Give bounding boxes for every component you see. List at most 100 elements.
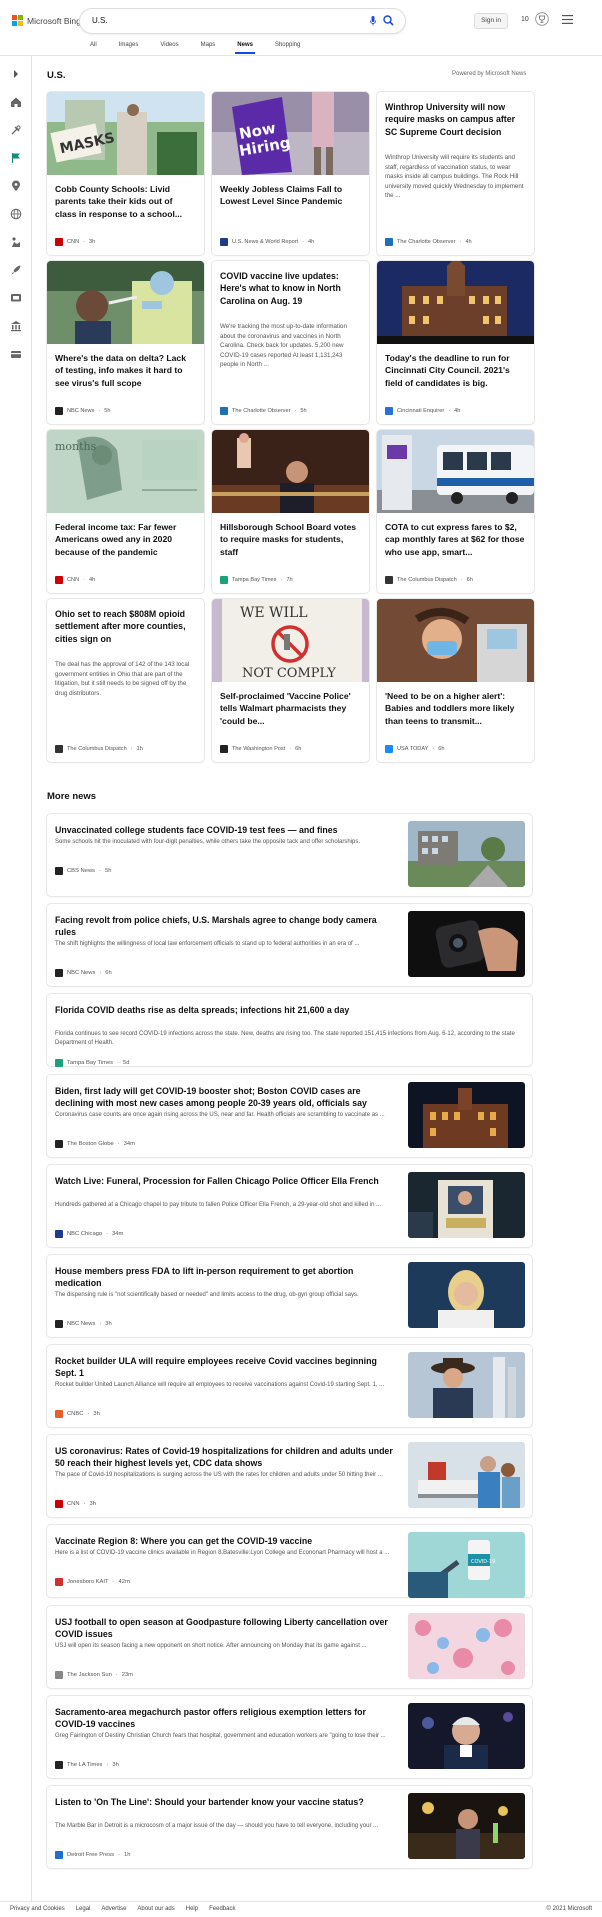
more-news-source[interactable]: The Jackson Sun · 23m xyxy=(55,1671,133,1679)
news-card[interactable]: Ohio set to reach $808M opioid settlemen… xyxy=(47,599,204,762)
news-card-source[interactable]: The Washington Post · 6h xyxy=(220,745,301,753)
news-card-title[interactable]: 'Need to be on a higher alert': Babies a… xyxy=(385,690,526,727)
footer-link-privacy-and-cookies[interactable]: Privacy and Cookies xyxy=(10,1906,65,1912)
news-card[interactable]: Winthrop University will now require mas… xyxy=(377,92,534,255)
location-pin-icon[interactable] xyxy=(10,180,22,192)
more-news-image[interactable]: COVID-19 xyxy=(408,1532,525,1598)
home-icon[interactable] xyxy=(10,96,22,108)
more-news-item[interactable]: Sacramento-area megachurch pastor offers… xyxy=(47,1696,532,1778)
news-card-image[interactable]: WE WILL NOT COMPLY xyxy=(212,599,369,682)
scale-icon[interactable] xyxy=(10,236,22,248)
more-news-title-link[interactable]: Facing revolt from police chiefs, U.S. M… xyxy=(55,914,395,938)
more-news-item[interactable]: US coronavirus: Rates of Covid-19 hospit… xyxy=(47,1435,532,1517)
news-card-title[interactable]: Self-proclaimed 'Vaccine Police' tells W… xyxy=(220,690,361,727)
more-news-image[interactable] xyxy=(408,821,525,887)
wallet-icon[interactable] xyxy=(10,348,22,360)
news-card-source[interactable]: U.S. News & World Report · 4h xyxy=(220,238,314,246)
globe-icon[interactable] xyxy=(10,208,22,220)
more-news-image[interactable] xyxy=(408,1262,525,1328)
news-card-title[interactable]: Hillsborough School Board votes to requi… xyxy=(220,521,361,558)
news-card-image[interactable] xyxy=(212,430,369,513)
more-news-item[interactable]: Biden, first lady will get COVID-19 boos… xyxy=(47,1075,532,1157)
more-news-source[interactable]: The LA Times · 3h xyxy=(55,1761,119,1769)
tab-maps[interactable]: Maps xyxy=(201,42,216,54)
tab-videos[interactable]: Videos xyxy=(160,42,178,54)
news-card[interactable]: Where's the data on delta? Lack of testi… xyxy=(47,261,204,424)
chevron-right-icon[interactable] xyxy=(10,68,22,80)
news-card-image[interactable] xyxy=(377,599,534,682)
tab-news[interactable]: News xyxy=(235,42,255,54)
more-news-title-link[interactable]: Sacramento-area megachurch pastor offers… xyxy=(55,1706,395,1730)
more-news-source[interactable]: The Boston Globe · 34m xyxy=(55,1140,135,1148)
tools-icon[interactable] xyxy=(10,124,22,136)
more-news-source[interactable]: Jonesboro KAIT · 42m xyxy=(55,1578,130,1586)
rewards-count[interactable]: 10 xyxy=(521,16,529,23)
news-card-image[interactable] xyxy=(377,430,534,513)
news-card[interactable]: 'Need to be on a higher alert': Babies a… xyxy=(377,599,534,762)
more-news-image[interactable] xyxy=(408,1613,525,1679)
news-card-title[interactable]: Ohio set to reach $808M opioid settlemen… xyxy=(55,608,196,645)
news-card-image[interactable]: MASKS xyxy=(47,92,204,175)
search-input[interactable]: U.S. xyxy=(80,9,405,33)
more-news-image[interactable] xyxy=(408,1703,525,1769)
news-card-title[interactable]: Today's the deadline to run for Cincinna… xyxy=(385,352,526,389)
news-card-image[interactable] xyxy=(377,261,534,344)
search-query[interactable]: U.S. xyxy=(92,16,108,25)
news-card-image[interactable] xyxy=(47,261,204,344)
rocket-icon[interactable] xyxy=(10,264,22,276)
bank-icon[interactable] xyxy=(10,320,22,332)
news-card-source[interactable]: The Columbus Dispatch · 1h xyxy=(55,745,143,753)
news-card-source[interactable]: CNN · 4h xyxy=(55,576,95,584)
news-card-image[interactable]: Now Hiring xyxy=(212,92,369,175)
more-news-item[interactable]: Vaccinate Region 8: Where you can get th… xyxy=(47,1525,532,1598)
news-card[interactable]: Today's the deadline to run for Cincinna… xyxy=(377,261,534,424)
search-icon[interactable] xyxy=(383,15,394,26)
footer-link-advertise[interactable]: Advertise xyxy=(101,1906,126,1912)
news-card-source[interactable]: The Charlotte Observer · 4h xyxy=(385,238,472,246)
tv-icon[interactable] xyxy=(10,292,22,304)
news-card[interactable]: COVID vaccine live updates: Here's what … xyxy=(212,261,369,424)
more-news-title-link[interactable]: Rocket builder ULA will require employee… xyxy=(55,1355,395,1379)
more-news-source[interactable]: CNN · 3h xyxy=(55,1500,96,1508)
news-card-source[interactable]: Tampa Bay Times · 7h xyxy=(220,576,293,584)
more-news-item[interactable]: Facing revolt from police chiefs, U.S. M… xyxy=(47,904,532,986)
news-card-source[interactable]: NBC News · 5h xyxy=(55,407,110,415)
news-card-title[interactable]: Federal income tax: Far fewer Americans … xyxy=(55,521,196,558)
news-card-source[interactable]: The Charlotte Observer · 5h xyxy=(220,407,307,415)
more-news-source[interactable]: NBC Chicago · 34m xyxy=(55,1230,123,1238)
more-news-source[interactable]: CNBC · 3h xyxy=(55,1410,100,1418)
more-news-item[interactable]: Rocket builder ULA will require employee… xyxy=(47,1345,532,1427)
news-card-title[interactable]: COTA to cut express fares to $2, cap mon… xyxy=(385,521,526,558)
more-news-source[interactable]: NBC News · 3h xyxy=(55,1320,112,1328)
more-news-item[interactable]: Florida COVID deaths rise as delta sprea… xyxy=(47,994,532,1067)
news-card-source[interactable]: Cincinnati Enquirer · 4h xyxy=(385,407,460,415)
sign-in-button[interactable]: Sign in xyxy=(474,13,508,29)
more-news-title-link[interactable]: Florida COVID deaths rise as delta sprea… xyxy=(55,1004,520,1016)
news-card[interactable]: Now Hiring Weekly Jobless Claims Fall to L… xyxy=(212,92,369,255)
powered-by-label[interactable]: Powered by Microsoft News xyxy=(452,71,526,77)
more-news-title-link[interactable]: House members press FDA to lift in-perso… xyxy=(55,1265,395,1289)
news-card-title[interactable]: Cobb County Schools: Livid parents take … xyxy=(55,183,196,220)
news-card[interactable]: MASKS Cobb County Schools: Livid parents … xyxy=(47,92,204,255)
more-news-source[interactable]: Detroit Free Press · 1h xyxy=(55,1851,130,1859)
more-news-item[interactable]: Watch Live: Funeral, Procession for Fall… xyxy=(47,1165,532,1247)
more-news-image[interactable] xyxy=(408,911,525,977)
tab-all[interactable]: All xyxy=(90,42,97,54)
news-card[interactable]: COTA to cut express fares to $2, cap mon… xyxy=(377,430,534,593)
flag-icon[interactable] xyxy=(10,152,22,164)
news-card-source[interactable]: The Columbus Dispatch · 6h xyxy=(385,576,473,584)
microphone-icon[interactable] xyxy=(370,16,376,26)
footer-link-legal[interactable]: Legal xyxy=(76,1906,91,1912)
more-news-item[interactable]: Unvaccinated college students face COVID… xyxy=(47,814,532,896)
more-news-title-link[interactable]: USJ football to open season at Goodpastu… xyxy=(55,1616,395,1640)
more-news-item[interactable]: Listen to 'On The Line': Should your bar… xyxy=(47,1786,532,1868)
more-news-title-link[interactable]: US coronavirus: Rates of Covid-19 hospit… xyxy=(55,1445,395,1469)
tab-images[interactable]: Images xyxy=(119,42,139,54)
news-card[interactable]: WE WILL NOT COMPLY Self-proclaimed 'Vaccin… xyxy=(212,599,369,762)
more-news-source[interactable]: Tampa Bay Times · 5d xyxy=(55,1059,129,1067)
bing-logo[interactable]: Microsoft Bing xyxy=(12,15,81,26)
more-news-title-link[interactable]: Vaccinate Region 8: Where you can get th… xyxy=(55,1535,395,1547)
more-news-image[interactable] xyxy=(408,1082,525,1148)
news-card-image[interactable]: months xyxy=(47,430,204,513)
hamburger-menu-icon[interactable] xyxy=(562,15,573,24)
